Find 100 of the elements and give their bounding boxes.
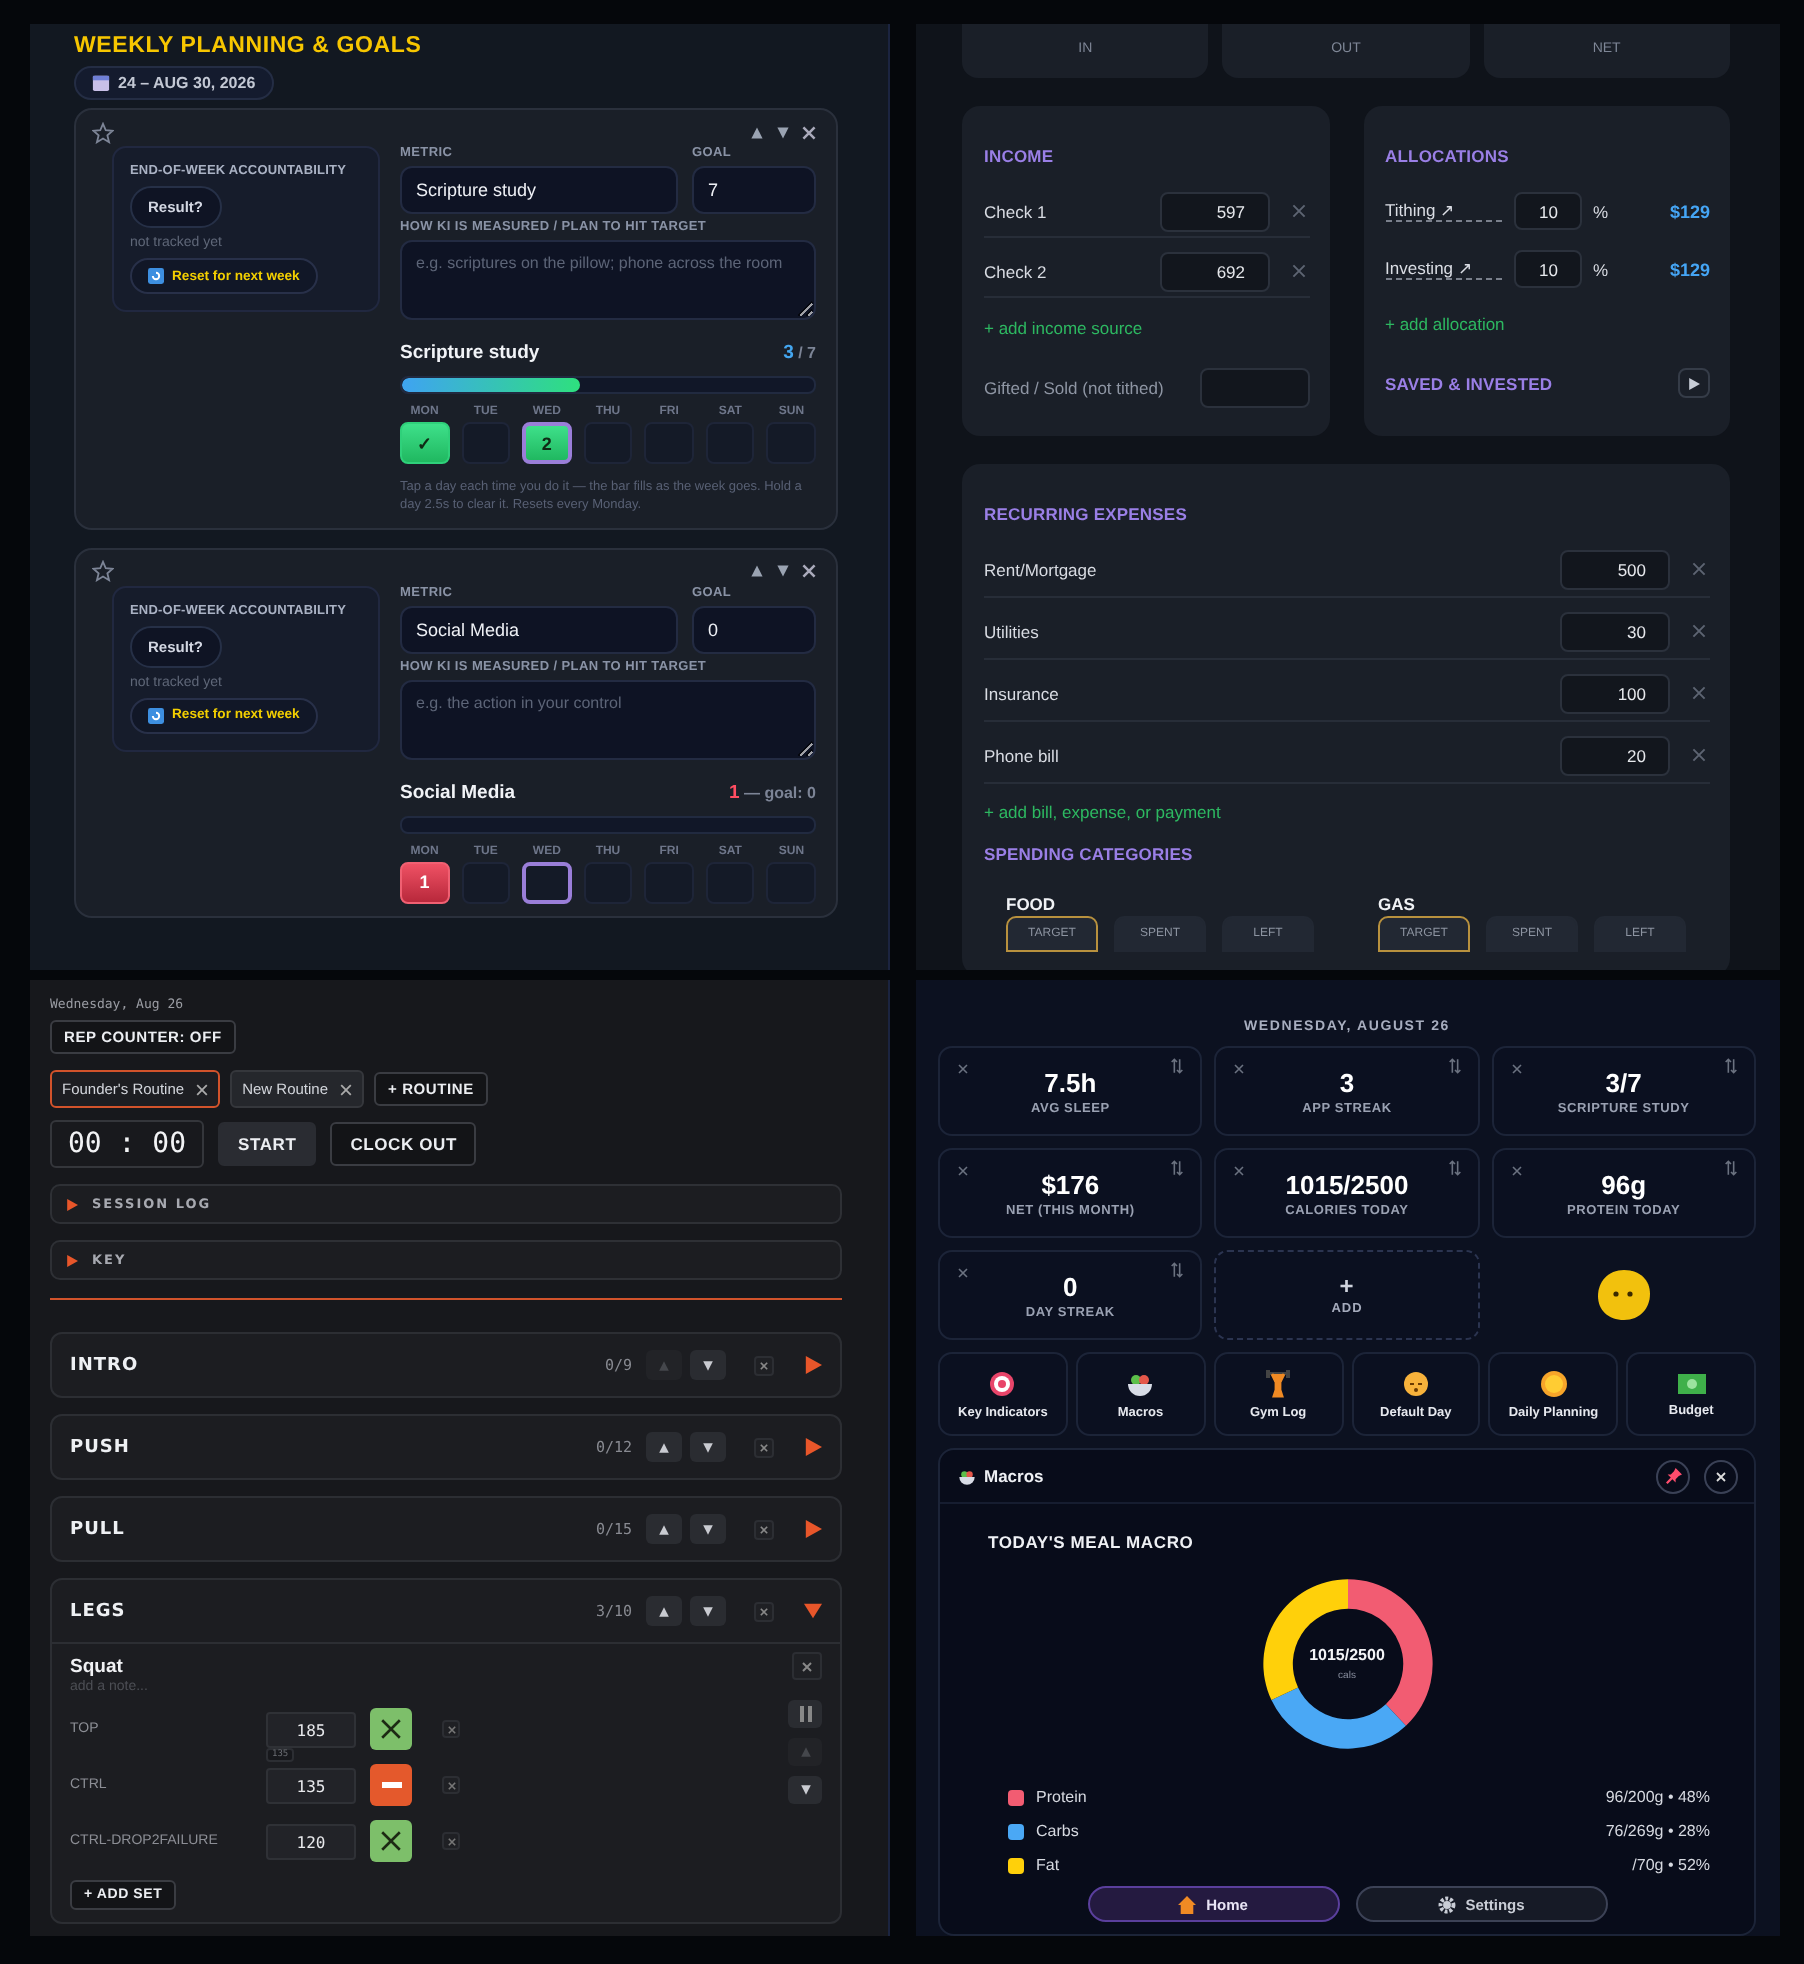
- day-toggle[interactable]: 1: [400, 861, 450, 904]
- income-name: Check 2: [984, 261, 1049, 281]
- amount-field[interactable]: 20: [1560, 735, 1670, 775]
- reorder-icon[interactable]: [1723, 1160, 1738, 1176]
- metric-field[interactable]: Scripture study: [400, 166, 678, 214]
- amount-field[interactable]: 30: [1560, 611, 1670, 651]
- goal-field[interactable]: 7: [692, 166, 816, 214]
- weight-field[interactable]: 135: [266, 1768, 356, 1805]
- weight-field[interactable]: 185: [266, 1712, 356, 1749]
- caret-icon[interactable]: [804, 1520, 822, 1538]
- remove-button[interactable]: [442, 1776, 460, 1794]
- remove-button[interactable]: [754, 1355, 774, 1375]
- amount-field[interactable]: 597: [1159, 191, 1269, 231]
- pin-button[interactable]: [1656, 1459, 1690, 1493]
- percent-field[interactable]: 10: [1513, 192, 1581, 230]
- remove-button[interactable]: [754, 1519, 774, 1539]
- close-icon[interactable]: [340, 1083, 353, 1095]
- percent-field[interactable]: 10: [1513, 250, 1581, 288]
- gifted-field[interactable]: [1199, 367, 1309, 407]
- remove-button[interactable]: [442, 1720, 460, 1738]
- caret-icon[interactable]: [804, 1602, 822, 1620]
- day-toggle[interactable]: [522, 861, 572, 904]
- remove-icon[interactable]: [1291, 264, 1305, 278]
- close-icon[interactable]: [802, 125, 816, 139]
- move-down-button[interactable]: [690, 1350, 726, 1380]
- move-down-icon[interactable]: [776, 564, 790, 579]
- section-name[interactable]: INTRO: [70, 1355, 597, 1375]
- close-icon: [760, 1607, 768, 1615]
- legend-value: 76/269g • 28%: [1605, 1822, 1710, 1840]
- clock-out-button[interactable]: CLOCK OUT: [330, 1122, 477, 1166]
- remove-button[interactable]: [792, 1652, 822, 1680]
- day-toggle[interactable]: ✓: [400, 422, 450, 464]
- caret-icon[interactable]: [804, 1438, 822, 1456]
- close-icon[interactable]: [802, 564, 816, 579]
- metric-field[interactable]: Social Media: [400, 605, 678, 654]
- amount-field[interactable]: 500: [1560, 549, 1670, 589]
- date-range-button[interactable]: 24 – AUG 30, 2026: [74, 66, 274, 100]
- reorder-icon[interactable]: [1447, 1160, 1462, 1176]
- remove-button[interactable]: [754, 1601, 774, 1621]
- plan-field[interactable]: e.g. the action in your control: [400, 679, 816, 760]
- remove-icon[interactable]: [1692, 624, 1706, 638]
- close-icon[interactable]: [1511, 1064, 1522, 1074]
- remove-button[interactable]: [754, 1437, 774, 1457]
- section-name[interactable]: PULL: [70, 1519, 588, 1539]
- remove-icon[interactable]: [1692, 686, 1706, 700]
- drag-handle[interactable]: [788, 1700, 822, 1728]
- down-arrow-icon: [702, 1359, 714, 1371]
- close-icon[interactable]: [958, 1166, 968, 1176]
- reorder-icon[interactable]: [1170, 1160, 1185, 1176]
- move-up-icon[interactable]: [750, 564, 764, 579]
- move-down-button[interactable]: [690, 1432, 726, 1462]
- weight-field[interactable]: 120: [266, 1824, 356, 1861]
- start-button[interactable]: START: [218, 1122, 317, 1166]
- reorder-icon[interactable]: [1170, 1262, 1185, 1278]
- close-icon[interactable]: [958, 1268, 968, 1278]
- reorder-icon[interactable]: [1447, 1058, 1462, 1074]
- remove-button[interactable]: [442, 1832, 460, 1850]
- amount-field[interactable]: 100: [1560, 673, 1670, 713]
- set-result-button[interactable]: [370, 1708, 412, 1750]
- close-icon: [447, 1837, 455, 1845]
- progress-title: Scripture study: [400, 342, 540, 364]
- set-result-button[interactable]: [370, 1820, 412, 1862]
- move-down-button[interactable]: [788, 1776, 822, 1804]
- section-name[interactable]: PUSH: [70, 1437, 588, 1457]
- reorder-icon[interactable]: [1723, 1058, 1738, 1074]
- add-allocation-link[interactable]: + add allocation: [1385, 314, 1505, 334]
- close-icon[interactable]: [196, 1083, 209, 1095]
- move-up-button[interactable]: [646, 1432, 682, 1462]
- close-icon[interactable]: [958, 1064, 968, 1074]
- move-up-button[interactable]: [646, 1596, 682, 1626]
- amount-field[interactable]: 692: [1159, 251, 1269, 291]
- remove-icon[interactable]: [1291, 204, 1305, 218]
- move-down-icon[interactable]: [776, 125, 790, 139]
- down-arrow-icon: [702, 1605, 714, 1617]
- allocation-name[interactable]: Investing ↗: [1385, 258, 1501, 280]
- allocation-name[interactable]: Tithing ↗: [1385, 200, 1501, 222]
- reorder-icon[interactable]: [1170, 1058, 1185, 1074]
- close-icon[interactable]: [1511, 1166, 1522, 1176]
- section-name[interactable]: LEGS: [70, 1601, 588, 1621]
- add-expense-link[interactable]: + add bill, expense, or payment: [984, 802, 1221, 822]
- plan-field[interactable]: e.g. scriptures on the pillow; phone across the room: [400, 240, 816, 320]
- close-icon[interactable]: [1234, 1166, 1245, 1176]
- move-down-button[interactable]: [690, 1596, 726, 1626]
- legend-value: 96/200g • 48%: [1605, 1788, 1710, 1806]
- remove-icon[interactable]: [1692, 562, 1706, 576]
- add-income-link[interactable]: + add income source: [984, 318, 1143, 338]
- move-down-button[interactable]: [690, 1514, 726, 1544]
- close-button[interactable]: [1704, 1459, 1738, 1493]
- move-up-icon[interactable]: [750, 125, 764, 139]
- expand-button[interactable]: [1678, 368, 1710, 398]
- caret-icon[interactable]: [804, 1356, 822, 1374]
- set-result-button[interactable]: [370, 1764, 412, 1806]
- goal-field[interactable]: 0: [692, 605, 816, 654]
- remove-icon[interactable]: [1692, 748, 1706, 762]
- stat-value: 0: [1063, 1271, 1078, 1301]
- star-icon[interactable]: [92, 121, 114, 143]
- close-icon[interactable]: [1234, 1064, 1245, 1074]
- day-toggle[interactable]: 2: [522, 422, 572, 464]
- star-icon[interactable]: [92, 560, 114, 583]
- move-up-button[interactable]: [646, 1514, 682, 1544]
